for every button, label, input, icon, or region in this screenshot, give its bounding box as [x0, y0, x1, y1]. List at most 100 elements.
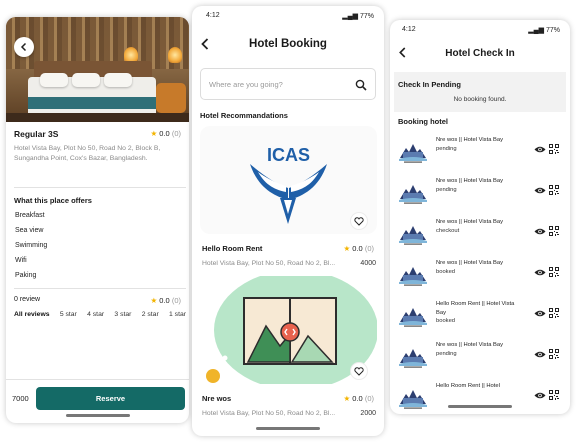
qr-code-icon[interactable] [549, 390, 559, 400]
favorite-button[interactable] [350, 212, 368, 230]
booking-status: booked [436, 268, 456, 275]
qr-code-icon[interactable] [549, 308, 559, 318]
room-price: 7000 [12, 394, 29, 403]
qr-code-icon[interactable] [549, 185, 559, 195]
eye-icon[interactable] [534, 309, 546, 318]
booking-status: booked [436, 318, 456, 324]
status-bar: 4:12 ▂▄▆ 77% [390, 20, 570, 38]
booking-info: Nre wos || Hotel Vista Bay pending [436, 136, 518, 153]
booking-row[interactable]: Nre wos || Hotel Vista Bay checkout [396, 216, 566, 252]
heart-icon [354, 216, 364, 226]
search-icon[interactable] [355, 78, 367, 96]
divider [14, 187, 186, 188]
hotel-card-price: 4000 [360, 260, 376, 267]
rating-value: 0.0 [159, 296, 170, 305]
status-bar: 4:12 ▂▄▆ 77% [192, 6, 384, 24]
star-icon: ★ [343, 394, 351, 403]
offers-title: What this place offers [14, 196, 92, 205]
hotel-card-rating: ★ 0.0 (0) [343, 394, 374, 403]
qr-code-icon[interactable] [549, 144, 559, 154]
booking-info: Nre wos || Hotel Vista Bay booked [436, 259, 518, 276]
eye-icon[interactable] [534, 227, 546, 236]
home-indicator [448, 405, 512, 408]
rating-count: (0) [171, 296, 181, 305]
tab-1-star[interactable]: 1 star [169, 311, 186, 318]
booking-status: pending [436, 145, 457, 152]
hotel-card-image[interactable] [200, 276, 377, 384]
eye-icon[interactable] [534, 145, 546, 154]
eye-icon[interactable] [534, 391, 546, 400]
qr-code-icon[interactable] [549, 267, 559, 277]
search-input[interactable]: Where are you going? [200, 68, 376, 100]
status-icons: ▂▄▆ 77% [342, 12, 374, 20]
room-address: Hotel Vista Bay, Plot No 50, Road No 2, … [14, 145, 161, 162]
booking-row[interactable]: Hello Room Rent || Hotel Vista Bay booked [396, 298, 566, 334]
rating-value: 0.0 [352, 244, 363, 253]
home-indicator [256, 427, 320, 430]
hotel-thumbnail [398, 384, 428, 410]
qr-code-icon[interactable] [549, 226, 559, 236]
star-icon: ★ [343, 244, 351, 253]
eye-icon[interactable] [534, 268, 546, 277]
reserve-button[interactable]: Reserve [36, 387, 185, 410]
booking-row[interactable]: Nre wos || Hotel Vista Bay pending [396, 175, 566, 211]
hotel-card-name[interactable]: Hello Room Rent [202, 244, 262, 253]
booking-status: checkout [436, 227, 460, 234]
booking-row[interactable]: Nre wos || Hotel Vista Bay pending [396, 339, 566, 375]
booking-name: Nre wos || Hotel Vista Bay [436, 137, 504, 143]
hotel-booking-screen: 4:12 ▂▄▆ 77% Hotel Booking Where are you… [192, 6, 384, 436]
signal-icon: ▂▄▆ [342, 13, 359, 20]
hotel-thumbnail [398, 220, 428, 246]
star-icon: ★ [150, 129, 158, 138]
tab-4-star[interactable]: 4 star [87, 311, 104, 318]
rating-count: (0) [171, 129, 181, 138]
booking-row[interactable]: Hello Room Rent || Hotel [396, 380, 566, 414]
rating-count: (0) [364, 244, 374, 253]
hotel-thumbnail [398, 302, 428, 328]
hotel-card-price: 2000 [360, 410, 376, 417]
booking-name: Nre wos || Hotel Vista Bay [436, 342, 504, 348]
booking-row[interactable]: Nre wos || Hotel Vista Bay pending [396, 134, 566, 170]
hotel-card-rating: ★ 0.0 (0) [343, 244, 374, 253]
booking-info: Nre wos || Hotel Vista Bay pending [436, 341, 518, 358]
favorite-button[interactable] [350, 362, 368, 380]
battery-level: 77% [545, 27, 560, 34]
booking-name: Nre wos || Hotel Vista Bay [436, 219, 504, 225]
hotel-card-name[interactable]: Nre wos [202, 394, 231, 403]
back-button[interactable] [14, 37, 34, 57]
search-placeholder: Where are you going? [209, 80, 283, 89]
tab-2-star[interactable]: 2 star [142, 311, 159, 318]
tab-5-star[interactable]: 5 star [60, 311, 77, 318]
tab-3-star[interactable]: 3 star [114, 311, 131, 318]
header: Hotel Booking [192, 30, 384, 60]
rating-value: 0.0 [159, 129, 170, 138]
booking-name: Nre wos || Hotel Vista Bay [436, 260, 504, 266]
hotel-card-address: Hotel Vista Bay, Plot No 50, Road No 2, … [202, 410, 336, 417]
review-rating: ★ 0.0 (0) [150, 296, 181, 305]
review-tabs: All reviews 5 star 4 star 3 star 2 star … [14, 311, 186, 318]
hotel-card-address: Hotel Vista Bay, Plot No 50, Road No 2, … [202, 260, 336, 267]
review-count: 0 review [14, 296, 41, 303]
divider [14, 288, 186, 289]
chevron-left-icon [20, 42, 27, 52]
booking-info: Nre wos || Hotel Vista Bay pending [436, 177, 518, 194]
qr-code-icon[interactable] [549, 349, 559, 359]
tab-all-reviews[interactable]: All reviews [14, 311, 50, 318]
hotel-card-image[interactable]: ICAS [200, 126, 377, 234]
booking-status: pending [436, 350, 457, 357]
recommendations-title: Hotel Recommandations [200, 111, 288, 120]
hotel-thumbnail [398, 138, 428, 164]
eye-icon[interactable] [534, 350, 546, 359]
header: Hotel Check In [390, 40, 570, 68]
rating-count: (0) [364, 394, 374, 403]
star-icon: ★ [150, 296, 158, 305]
eye-icon[interactable] [534, 186, 546, 195]
booking-row[interactable]: Nre wos || Hotel Vista Bay booked [396, 257, 566, 293]
status-time: 4:12 [206, 12, 220, 19]
logo-text: ICAS [267, 145, 310, 165]
booking-info: Hello Room Rent || Hotel [436, 382, 518, 391]
booking-name: Hello Room Rent || Hotel [436, 383, 500, 389]
pending-section: Check In Pending No booking found. [394, 72, 566, 112]
hotel-thumbnail [398, 261, 428, 287]
offer-item: Wifi [15, 257, 27, 264]
